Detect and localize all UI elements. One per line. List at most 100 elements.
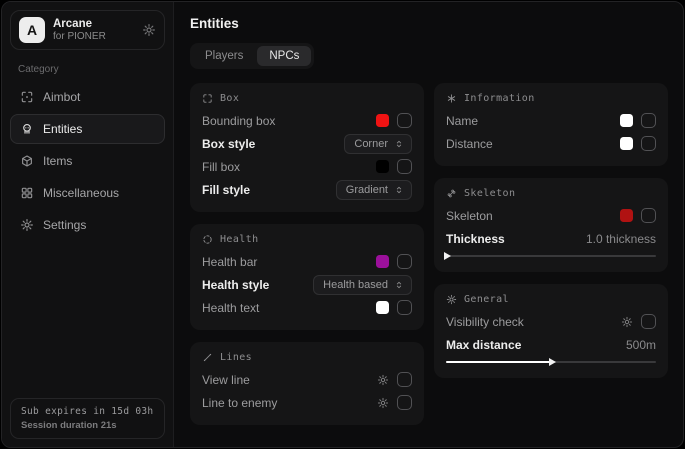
setting-row: Fill box — [202, 155, 412, 178]
bounding-box-checkbox[interactable] — [397, 113, 412, 128]
fill-style-dropdown[interactable]: Gradient — [336, 180, 412, 200]
setting-label: Box style — [202, 137, 336, 151]
setting-row: Line to enemy — [202, 391, 412, 414]
dropdown-value: Health based — [323, 279, 388, 291]
sidebar-item-label: Items — [43, 154, 72, 168]
skeleton-checkbox[interactable] — [641, 208, 656, 223]
color-swatch[interactable] — [620, 137, 633, 150]
fill-box-checkbox[interactable] — [397, 159, 412, 174]
sidebar-item-label: Miscellaneous — [43, 186, 119, 200]
cube-icon — [20, 154, 34, 168]
brand-logo: A — [19, 17, 45, 43]
sidebar-item-settings[interactable]: Settings — [10, 210, 165, 240]
line-to-enemy-checkbox[interactable] — [397, 395, 412, 410]
health-bar-checkbox[interactable] — [397, 254, 412, 269]
grid-icon — [20, 186, 34, 200]
card-title: Health — [220, 234, 259, 245]
visibility-check-checkbox[interactable] — [641, 314, 656, 329]
setting-row: Max distance 500m — [446, 333, 656, 356]
gear-icon[interactable] — [621, 316, 633, 328]
color-swatch[interactable] — [376, 301, 389, 314]
setting-row: Health style Health based — [202, 273, 412, 296]
card-title: Box — [220, 93, 239, 104]
setting-label: Name — [446, 114, 612, 128]
setting-label: Fill box — [202, 160, 368, 174]
bone-icon — [446, 188, 457, 199]
card-title: Lines — [220, 352, 252, 363]
gear-icon — [20, 218, 34, 232]
setting-label: Health bar — [202, 255, 368, 269]
card-skeleton: Skeleton Skeleton Thickness 1.0 thicknes… — [434, 178, 668, 272]
setting-row: Visibility check — [446, 310, 656, 333]
setting-label: Bounding box — [202, 114, 368, 128]
max-distance-slider[interactable] — [446, 357, 656, 367]
sidebar-item-items[interactable]: Items — [10, 146, 165, 176]
setting-row: View line — [202, 368, 412, 391]
card-information: Information Name Distance — [434, 83, 668, 166]
slider-thumb[interactable] — [549, 358, 556, 366]
dropdown-value: Corner — [354, 138, 388, 150]
setting-row: Health text — [202, 296, 412, 319]
main-panel: Entities Players NPCs Box Bounding box — [174, 2, 683, 447]
dropdown-value: Gradient — [346, 184, 388, 196]
sub-expires-text: Sub expires in 15d 03h — [21, 406, 154, 417]
health-text-checkbox[interactable] — [397, 300, 412, 315]
gear-icon[interactable] — [142, 23, 156, 37]
thickness-slider[interactable] — [446, 251, 656, 261]
setting-label: Skeleton — [446, 209, 612, 223]
health-style-dropdown[interactable]: Health based — [313, 275, 412, 295]
unfold-icon — [394, 280, 404, 290]
card-lines: Lines View line Line to enemy — [190, 342, 424, 425]
sidebar-item-miscellaneous[interactable]: Miscellaneous — [10, 178, 165, 208]
unfold-icon — [394, 139, 404, 149]
sidebar-item-aimbot[interactable]: Aimbot — [10, 82, 165, 112]
unfold-icon — [394, 185, 404, 195]
setting-label: Health style — [202, 278, 305, 292]
brand-name: Arcane — [53, 18, 106, 30]
card-title: General — [464, 294, 509, 305]
view-line-checkbox[interactable] — [397, 372, 412, 387]
tab-npcs[interactable]: NPCs — [257, 46, 311, 66]
color-swatch[interactable] — [620, 114, 633, 127]
color-swatch[interactable] — [376, 160, 389, 173]
color-swatch[interactable] — [376, 114, 389, 127]
sidebar: A Arcane for PIONER Category Aimbot — [2, 2, 174, 447]
gear-icon — [446, 294, 457, 305]
tab-players[interactable]: Players — [193, 46, 255, 66]
brand-subtitle: for PIONER — [53, 31, 106, 42]
session-duration-text: Session duration 21s — [21, 420, 154, 431]
color-swatch[interactable] — [376, 255, 389, 268]
setting-row: Distance — [446, 132, 656, 155]
distance-checkbox[interactable] — [641, 136, 656, 151]
card-general: General Visibility check Max distance 50… — [434, 284, 668, 378]
slider-value: 1.0 thickness — [586, 232, 656, 246]
sidebar-item-label: Aimbot — [43, 90, 80, 104]
setting-label: Distance — [446, 137, 612, 151]
setting-label: View line — [202, 373, 369, 387]
brand-card: A Arcane for PIONER — [10, 10, 165, 50]
sidebar-item-entities[interactable]: Entities — [10, 114, 165, 144]
slider-value: 500m — [626, 338, 656, 352]
setting-row: Fill style Gradient — [202, 178, 412, 201]
asterisk-icon — [446, 93, 457, 104]
gear-icon[interactable] — [377, 397, 389, 409]
sidebar-item-label: Entities — [43, 122, 82, 136]
box-style-dropdown[interactable]: Corner — [344, 134, 412, 154]
card-title: Information — [464, 93, 535, 104]
setting-label: Visibility check — [446, 315, 613, 329]
setting-label: Fill style — [202, 183, 328, 197]
gear-icon[interactable] — [377, 374, 389, 386]
subscription-info: Sub expires in 15d 03h Session duration … — [10, 398, 165, 439]
slider-thumb[interactable] — [444, 252, 451, 260]
color-swatch[interactable] — [620, 209, 633, 222]
crosshair-icon — [20, 90, 34, 104]
sidebar-item-label: Settings — [43, 218, 86, 232]
card-health: Health Health bar Health style Health ba… — [190, 224, 424, 330]
name-checkbox[interactable] — [641, 113, 656, 128]
tab-bar: Players NPCs — [190, 43, 314, 69]
setting-row: Bounding box — [202, 109, 412, 132]
setting-label: Max distance — [446, 338, 618, 352]
setting-row: Thickness 1.0 thickness — [446, 227, 656, 250]
setting-row: Name — [446, 109, 656, 132]
entities-icon — [20, 122, 34, 136]
